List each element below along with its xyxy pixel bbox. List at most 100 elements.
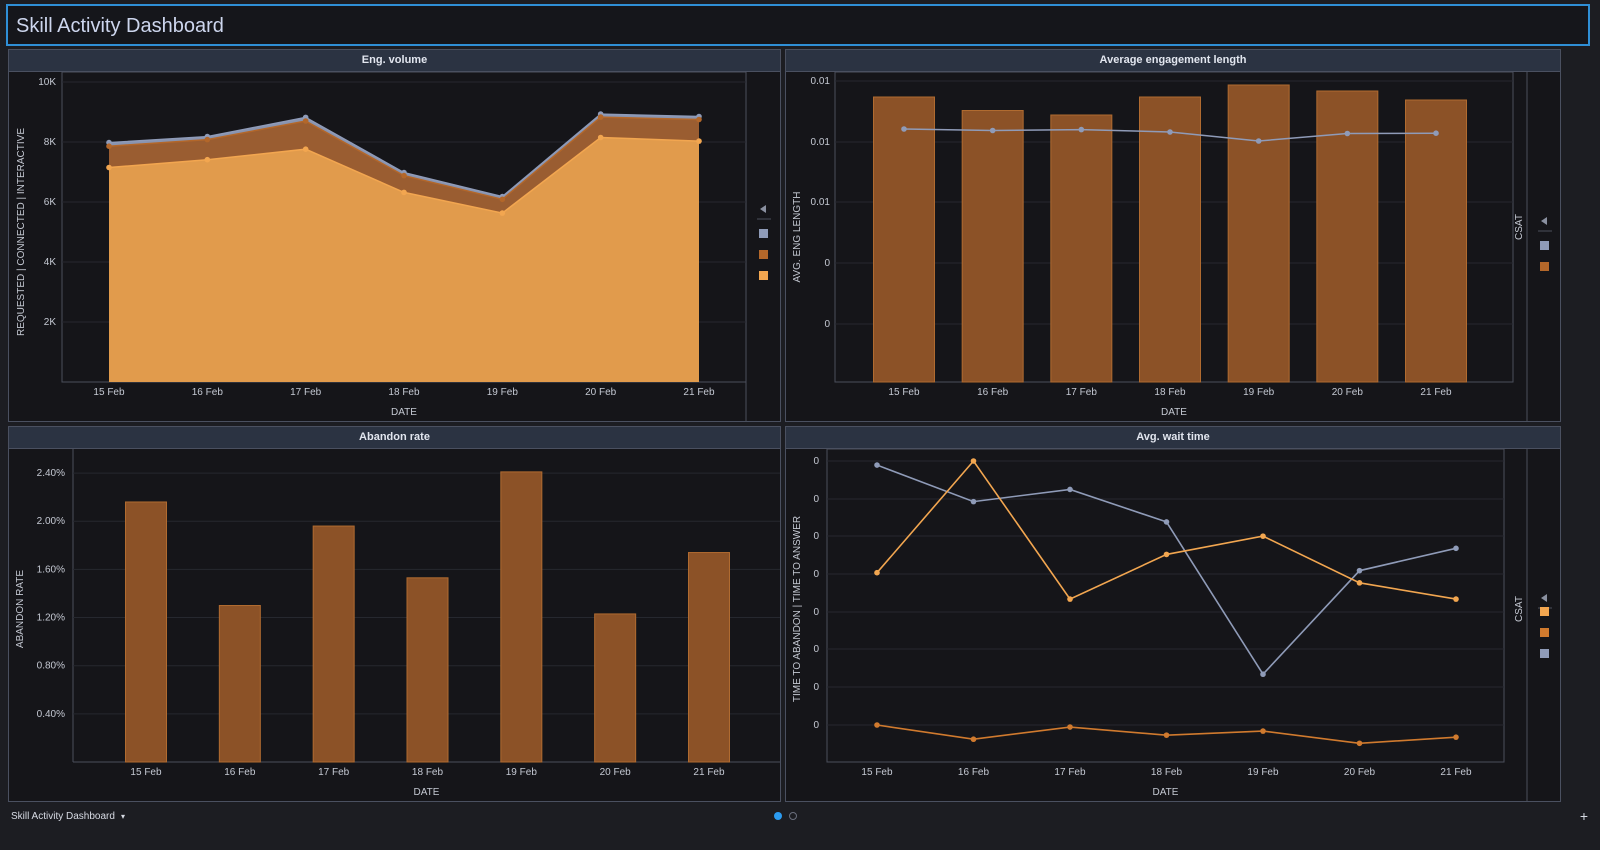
x-tick-label: 15 Feb (861, 767, 893, 778)
dashboard-selector-label: Skill Activity Dashboard (11, 811, 115, 822)
y-tick-label: 0 (813, 682, 819, 693)
bar (312, 525, 355, 763)
point-answer_line (1453, 596, 1459, 602)
point-requested (597, 134, 604, 141)
legend-swatch-csat (1540, 241, 1549, 250)
panel-title: Eng. volume (9, 50, 780, 72)
y-tick-label: 10K (38, 77, 56, 88)
point-connected (597, 114, 604, 120)
x-tick-label: 21 Feb (1440, 767, 1472, 778)
y-axis-title: ABANDON RATE (15, 570, 26, 648)
point-connected (401, 172, 407, 179)
point-csat_line (874, 462, 880, 468)
y-tick-label: 6K (44, 197, 57, 208)
x-tick-label: 19 Feb (487, 387, 519, 398)
csat-point (1344, 130, 1351, 137)
chevron-down-icon: ▾ (120, 812, 125, 821)
y-tick-label: 0 (813, 494, 819, 505)
engagement-length-panel: Average engagement length 0 0 0.01 0.01 0.01… (785, 49, 1561, 422)
x-tick-label: 17 Feb (318, 767, 350, 778)
collapse-triangle-icon (1541, 594, 1547, 602)
point-answer_line (1260, 533, 1266, 539)
y-tick-label: 0.01 (811, 197, 831, 208)
y-tick-label: 0.01 (811, 76, 831, 87)
legend-swatch-abandon (1540, 628, 1549, 637)
point-requested (204, 156, 211, 163)
x-tick-label: 18 Feb (1151, 767, 1183, 778)
csat-point (1255, 138, 1262, 144)
panel-title: Avg. wait time (786, 427, 1560, 449)
point-requested (696, 138, 702, 144)
point-connected (302, 118, 309, 124)
bar (125, 501, 167, 763)
point-answer_line (1163, 551, 1170, 558)
y-tick-label: 0 (813, 720, 819, 731)
point-abandon_line (1067, 724, 1073, 730)
csat-point (989, 127, 996, 134)
footer-bar: Skill Activity Dashboard ▾ + (0, 804, 1600, 830)
y-tick-label: 4K (44, 257, 57, 268)
wait-time-panel: Avg. wait time 0 0 0 0 0 0 0 0 15 Feb 16 Feb 17 Fe… (785, 426, 1561, 802)
x-tick-label: 18 Feb (388, 387, 420, 398)
x-tick-label: 21 Feb (683, 387, 715, 398)
y-tick-label: 2.40% (37, 468, 65, 479)
csat-point (1433, 130, 1439, 136)
y-tick-label: 0 (813, 456, 819, 467)
bar (1050, 114, 1113, 383)
abandon-rate-chart: 0.40% 0.80% 1.20% 1.60% 2.00% 2.40% 15 Feb 16 F… (15, 449, 780, 798)
y-tick-label: 8K (44, 137, 57, 148)
point-connected (499, 196, 506, 203)
legend-swatch-csat (1540, 649, 1549, 658)
point-requested (302, 146, 309, 152)
bar (594, 613, 637, 763)
panel-title: Abandon rate (9, 427, 780, 449)
legend-swatch-interactive (759, 229, 768, 238)
x-tick-label: 16 Feb (977, 387, 1009, 398)
panel-title: Average engagement length (786, 50, 1560, 72)
bar (688, 552, 730, 763)
csat-point (1078, 126, 1085, 133)
y-tick-label: 0 (813, 569, 819, 580)
point-abandon_line (1163, 732, 1170, 738)
bar (218, 605, 261, 763)
x-tick-label: 17 Feb (290, 387, 322, 398)
abandon-rate-panel: Abandon rate 0.40% 0.80% 1.20% 1.60% 2.00% 2.… (8, 426, 781, 802)
eng-volume-panel: Eng. volume 2K 4K 6K 8K 10K 15 Feb 16 Feb 17 Fe… (8, 49, 781, 422)
x-tick-label: 16 Feb (958, 767, 990, 778)
x-axis-title: DATE (414, 787, 440, 798)
add-icon[interactable]: + (1580, 808, 1588, 824)
page-dot-2[interactable] (789, 812, 797, 820)
x-tick-label: 21 Feb (1420, 387, 1452, 398)
y-axis-title: AVG. ENG LENGTH (792, 192, 803, 283)
legend-swatch-eng-length (1540, 262, 1549, 271)
x-axis-title: DATE (1153, 787, 1179, 798)
x-tick-label: 16 Feb (192, 387, 224, 398)
y2-axis-title: CSAT (1514, 214, 1525, 240)
bar (500, 471, 543, 763)
point-answer_line (1067, 596, 1073, 602)
point-abandon_line (1356, 740, 1363, 747)
x-tick-label: 15 Feb (888, 387, 920, 398)
y-tick-label: 0 (813, 644, 819, 655)
point-abandon_line (874, 722, 880, 728)
x-tick-label: 20 Feb (1344, 767, 1376, 778)
point-connected (106, 143, 112, 149)
page-dot-1[interactable] (774, 812, 782, 820)
y-tick-label: 1.20% (37, 613, 65, 624)
wait-time-chart: 0 0 0 0 0 0 0 0 15 Feb 16 Feb 17 Feb 18 Feb 19 Feb 20… (792, 449, 1552, 802)
bar (1227, 84, 1290, 383)
point-csat_line (1067, 486, 1073, 493)
point-answer_line (970, 458, 977, 464)
dashboard-selector[interactable]: Skill Activity Dashboard ▾ (11, 811, 125, 822)
point-abandon_line (1453, 734, 1459, 740)
point-requested (499, 210, 506, 216)
x-axis-title: DATE (391, 407, 417, 418)
y-axis-title: REQUESTED | CONNECTED | INTERACTIVE (16, 128, 27, 336)
point-connected (696, 116, 702, 123)
x-tick-label: 20 Feb (585, 387, 617, 398)
point-abandon_line (1260, 728, 1266, 734)
point-csat_line (970, 498, 977, 505)
point-answer_line (874, 569, 880, 576)
y-axis-title: TIME TO ABANDON | TIME TO ANSWER (792, 516, 803, 702)
x-tick-label: 18 Feb (1154, 387, 1186, 398)
